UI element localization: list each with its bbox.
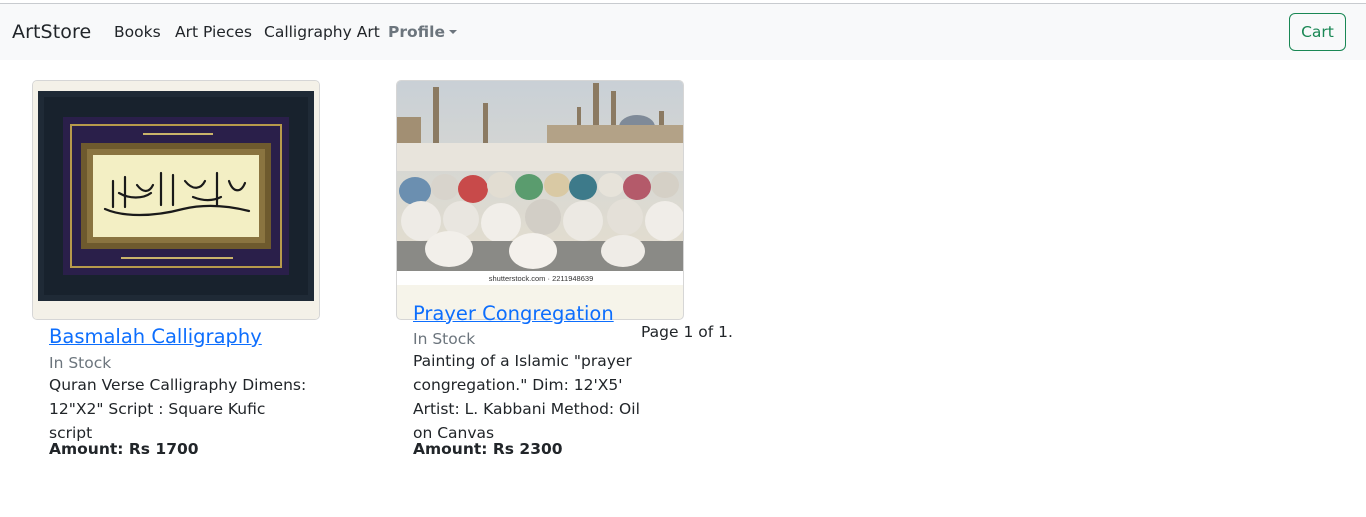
nav-link-art-pieces[interactable]: Art Pieces — [175, 23, 252, 41]
product-title-link[interactable]: Basmalah Calligraphy — [49, 325, 262, 348]
image-watermark-caption: shutterstock.com · 2211948639 — [489, 274, 594, 283]
product-amount: Amount: Rs 2300 — [413, 440, 563, 458]
pagination-info: Page 1 of 1. — [641, 323, 733, 341]
profile-dropdown[interactable]: Profile — [388, 23, 457, 41]
stock-status: In Stock — [413, 330, 476, 348]
product-image-basmalah[interactable] — [32, 80, 320, 320]
cart-button[interactable]: Cart — [1289, 13, 1346, 51]
brand-logo[interactable]: ArtStore — [12, 21, 91, 43]
product-amount: Amount: Rs 1700 — [49, 440, 199, 458]
product-title-link[interactable]: Prayer Congregation — [413, 302, 614, 325]
product-description: Painting of a Islamic "prayer congregati… — [413, 352, 640, 442]
chevron-down-icon — [448, 30, 457, 34]
nav-link-calligraphy-art[interactable]: Calligraphy Art — [264, 23, 380, 41]
navbar: ArtStore Books Art Pieces Calligraphy Ar… — [0, 4, 1366, 60]
stock-status: In Stock — [49, 354, 112, 372]
product-description: Quran Verse Calligraphy Dimens: 12"X2" S… — [49, 376, 307, 442]
profile-label: Profile — [388, 23, 445, 41]
product-image-prayer-congregation[interactable]: shutterstock.com · 2211948639 — [396, 80, 684, 320]
nav-link-books[interactable]: Books — [114, 23, 161, 41]
